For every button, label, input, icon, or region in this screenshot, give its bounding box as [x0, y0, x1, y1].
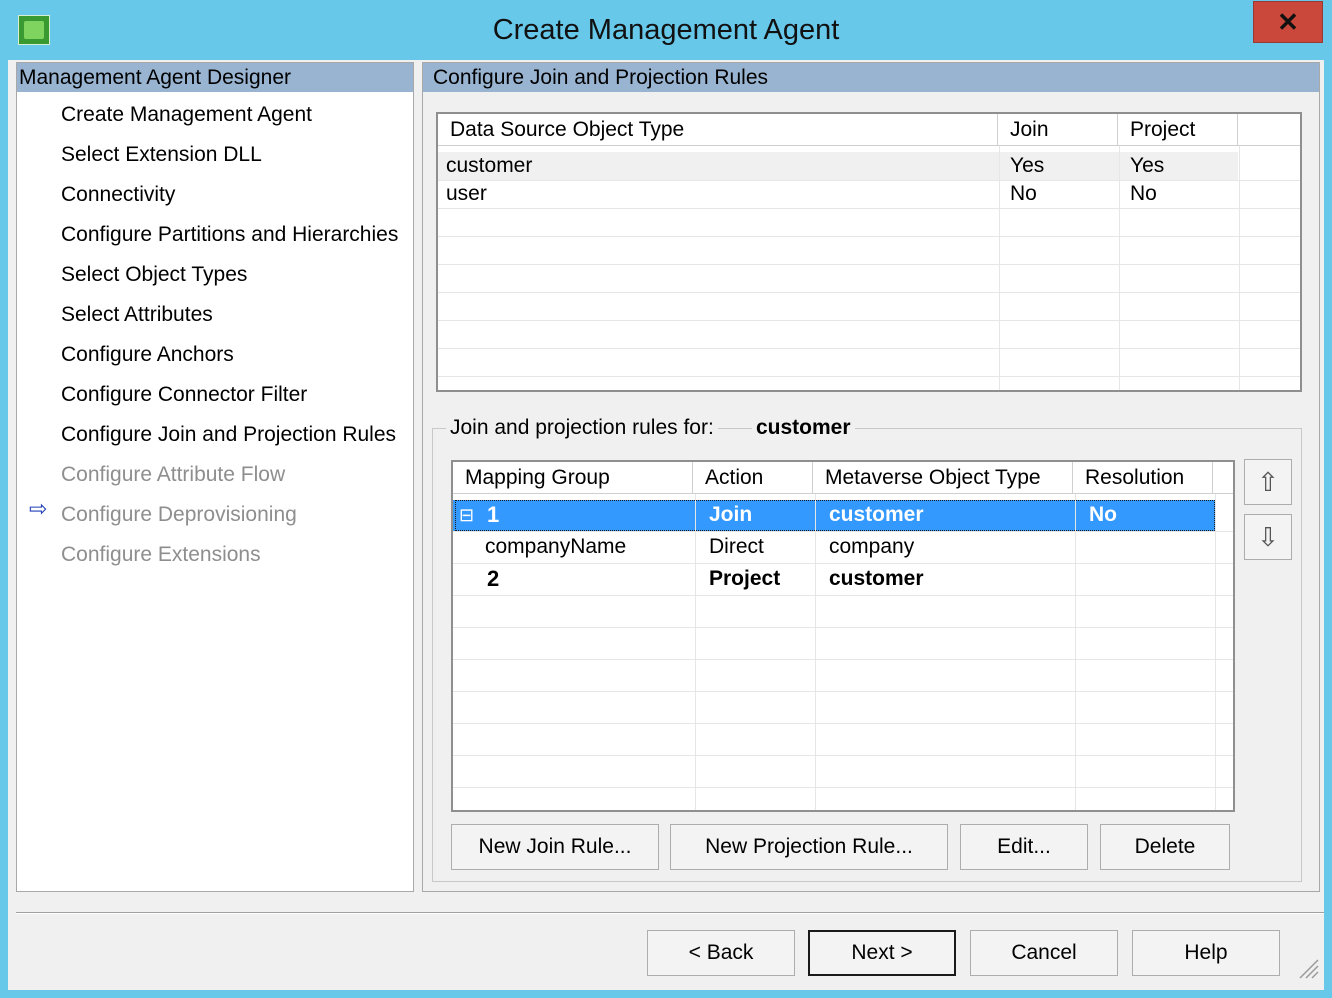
grid-divider	[453, 627, 1233, 628]
step-connectivity[interactable]: Connectivity	[61, 183, 175, 207]
mapping-attribute-cell[interactable]: companyName	[485, 533, 626, 561]
action-cell[interactable]: Direct	[709, 533, 764, 561]
grid-divider	[453, 531, 1233, 532]
help-button[interactable]: Help	[1132, 930, 1280, 976]
grid-divider	[695, 494, 696, 810]
step-configure-partitions[interactable]: Configure Partitions and Hierarchies	[61, 223, 398, 247]
rules-object-name: customer	[752, 416, 855, 440]
project-cell[interactable]: No	[1130, 180, 1157, 208]
step-configure-attribute-flow: Configure Attribute Flow	[61, 463, 286, 486]
column-header-action[interactable]: Action	[693, 462, 813, 494]
arrow-down-icon: ⇩	[1257, 522, 1279, 552]
rules-grid[interactable]: Mapping Group Action Metaverse Object Ty…	[451, 460, 1235, 812]
column-header-resolution[interactable]: Resolution	[1073, 462, 1213, 494]
resolution-cell[interactable]: No	[1089, 501, 1117, 529]
grid-divider	[815, 494, 816, 810]
mapping-group-cell[interactable]: 2	[487, 565, 499, 593]
column-header-project[interactable]: Project	[1118, 114, 1238, 146]
page-header: Configure Join and Projection Rules	[423, 63, 1319, 92]
step-configure-extensions: Configure Extensions	[61, 543, 261, 566]
grid-divider	[438, 292, 1300, 293]
grid-divider	[453, 691, 1233, 692]
grid-divider	[438, 320, 1300, 321]
grid-divider	[438, 180, 1300, 181]
delete-button[interactable]: Delete	[1100, 824, 1230, 870]
mv-type-cell[interactable]: company	[829, 533, 914, 561]
object-type-cell[interactable]: user	[446, 180, 487, 208]
footer-separator-highlight	[16, 913, 1324, 914]
step-select-object-types[interactable]: Select Object Types	[61, 263, 247, 287]
grid-divider	[1075, 494, 1076, 810]
column-header-join[interactable]: Join	[998, 114, 1118, 146]
window-title: Create Management Agent	[492, 14, 840, 46]
grid-divider	[453, 563, 1233, 564]
move-up-button[interactable]: ⇧	[1244, 459, 1292, 505]
step-configure-join-projection[interactable]: Configure Join and Projection Rules	[61, 423, 396, 447]
resize-grip-icon[interactable]	[1296, 956, 1320, 980]
join-cell[interactable]: No	[1010, 180, 1037, 208]
arrow-up-icon: ⇧	[1257, 467, 1279, 497]
object-type-grid[interactable]: Data Source Object Type Join Project cus…	[436, 112, 1302, 392]
step-configure-anchors[interactable]: Configure Anchors	[61, 343, 234, 367]
grid-divider	[999, 146, 1000, 390]
action-cell[interactable]: Project	[709, 565, 780, 593]
back-button[interactable]: < Back	[647, 930, 795, 976]
mv-type-cell[interactable]: customer	[829, 565, 924, 593]
object-type-cell[interactable]: customer	[446, 152, 532, 180]
designer-panel: Management Agent Designer ⇨ Create Manag…	[16, 62, 414, 892]
designer-header: Management Agent Designer	[17, 63, 413, 92]
column-header-data-source-object-type[interactable]: Data Source Object Type	[438, 114, 998, 146]
close-button[interactable]: ✕	[1253, 1, 1323, 43]
grid-divider	[438, 208, 1300, 209]
next-button[interactable]: Next >	[808, 930, 956, 976]
cancel-button[interactable]: Cancel	[970, 930, 1118, 976]
grid-divider	[453, 659, 1233, 660]
column-header-mapping-group[interactable]: Mapping Group	[453, 462, 693, 494]
grid-divider	[438, 376, 1300, 377]
grid-divider	[438, 348, 1300, 349]
table-row-highlight	[438, 152, 1238, 180]
new-join-rule-button[interactable]: New Join Rule...	[451, 824, 659, 870]
column-header-metaverse-object-type[interactable]: Metaverse Object Type	[813, 462, 1073, 494]
join-cell[interactable]: Yes	[1010, 152, 1044, 180]
collapse-icon[interactable]: ⊟	[459, 506, 477, 524]
step-select-extension-dll[interactable]: Select Extension DLL	[61, 143, 262, 167]
mapping-group-cell[interactable]: 1	[487, 501, 499, 529]
grid-divider	[438, 264, 1300, 265]
current-step-arrow-icon: ⇨	[29, 496, 48, 521]
mv-type-cell[interactable]: customer	[829, 501, 924, 529]
grid-divider	[453, 755, 1233, 756]
edit-button[interactable]: Edit...	[960, 824, 1088, 870]
step-select-attributes[interactable]: Select Attributes	[61, 303, 213, 327]
close-icon: ✕	[1277, 7, 1299, 37]
action-cell[interactable]: Join	[709, 501, 752, 529]
grid-divider	[453, 787, 1233, 788]
grid-divider	[453, 595, 1233, 596]
grid-divider	[438, 236, 1300, 237]
grid-divider	[453, 723, 1233, 724]
project-cell[interactable]: Yes	[1130, 152, 1164, 180]
column-header-filler	[1238, 114, 1300, 146]
step-configure-connector-filter[interactable]: Configure Connector Filter	[61, 383, 307, 407]
move-down-button[interactable]: ⇩	[1244, 514, 1292, 560]
grid-divider	[1215, 494, 1216, 810]
step-create-management-agent[interactable]: Create Management Agent	[61, 103, 312, 127]
column-header-filler	[1213, 462, 1233, 494]
grid-divider	[1119, 146, 1120, 390]
step-configure-deprovisioning: Configure Deprovisioning	[61, 503, 297, 526]
new-projection-rule-button[interactable]: New Projection Rule...	[670, 824, 948, 870]
grid-divider	[1239, 146, 1240, 390]
rules-label: Join and projection rules for:	[446, 416, 718, 440]
